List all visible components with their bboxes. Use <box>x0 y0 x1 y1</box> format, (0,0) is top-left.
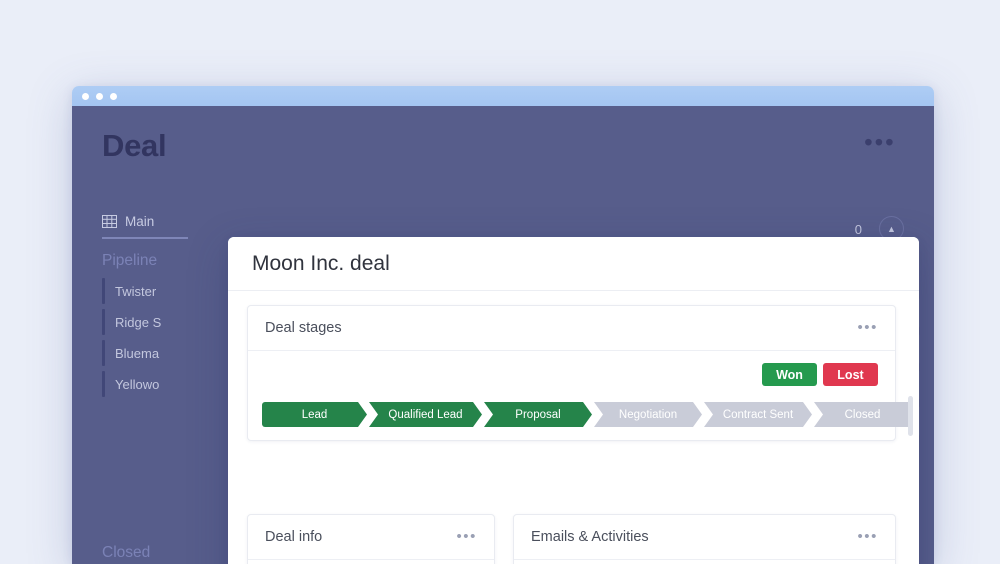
list-item-label: Bluema <box>115 345 160 361</box>
emails-activities-kebab-menu[interactable]: ••• <box>857 529 878 544</box>
row-accent-bar <box>102 278 105 304</box>
row-accent-bar <box>102 309 105 335</box>
modal-header: Moon Inc. deal <box>228 237 919 291</box>
row-accent-bar <box>102 371 105 397</box>
screenshot-root: Deal ••• Main Pipeline Closed Twister Ri… <box>0 0 1000 564</box>
deal-info-kebab-menu[interactable]: ••• <box>456 529 477 544</box>
group-title-pipeline: Pipeline <box>102 252 158 269</box>
stage-chip-contract-sent[interactable]: Contract Sent <box>704 402 812 427</box>
modal-body: Deal stages ••• Won Lost Lead Qualified … <box>228 291 919 564</box>
window-minimize-dot[interactable] <box>96 92 103 100</box>
crm-app: Deal ••• Main Pipeline Closed Twister Ri… <box>72 106 934 564</box>
browser-title-bar <box>72 86 934 106</box>
group-title-closed: Closed <box>102 544 151 561</box>
emails-activities-title: Emails & Activities <box>531 529 649 545</box>
deal-stages-kebab-menu[interactable]: ••• <box>857 320 878 335</box>
modal-scrollbar[interactable] <box>908 396 913 436</box>
browser-window: Deal ••• Main Pipeline Closed Twister Ri… <box>72 86 934 564</box>
stage-chip-label: Contract Sent <box>722 408 794 421</box>
stage-chip-label: Lead <box>301 408 328 421</box>
lost-button[interactable]: Lost <box>823 363 878 386</box>
app-overflow-menu[interactable]: ••• <box>864 131 896 154</box>
list-item[interactable]: Yellowo <box>102 371 159 397</box>
tab-active-underline <box>102 237 188 239</box>
page-title: Deal <box>102 128 167 163</box>
deal-stages-body: Won Lost Lead Qualified Lead Proposal Ne… <box>248 351 911 441</box>
list-item[interactable]: Ridge S <box>102 309 161 335</box>
deal-info-card: Deal info ••• Contact Daphne Glück Stage… <box>247 514 495 564</box>
stage-chip-lead[interactable]: Lead <box>262 402 367 427</box>
emails-activities-body: NC Meeting with Nave Cohen, Lital Piker <box>514 560 895 564</box>
modal-title: Moon Inc. deal <box>252 251 390 275</box>
stage-chip-label: Proposal <box>515 408 561 421</box>
deal-stages-header: Deal stages ••• <box>248 306 895 351</box>
list-item-label: Twister <box>115 283 157 299</box>
stage-chip-label: Qualified Lead <box>388 408 463 421</box>
stage-chip-label: Closed <box>844 408 881 421</box>
list-item-label: Yellowo <box>115 376 160 392</box>
deal-info-title: Deal info <box>265 529 323 545</box>
stage-chip-negotiation[interactable]: Negotiation <box>594 402 702 427</box>
tab-main[interactable]: Main <box>102 214 154 229</box>
group-count: 0 <box>854 222 862 237</box>
stage-progress-track: Lead Qualified Lead Proposal Negotiation… <box>262 402 913 427</box>
window-maximize-dot[interactable] <box>110 92 117 100</box>
deal-stages-card: Deal stages ••• Won Lost Lead Qualified … <box>247 305 911 441</box>
grid-icon <box>102 215 117 228</box>
deal-info-body: Contact Daphne Glück Stage Proposal Owne… <box>248 560 494 564</box>
stage-chip-closed[interactable]: Closed <box>814 402 911 427</box>
deal-stages-title: Deal stages <box>265 320 342 336</box>
deal-info-header: Deal info ••• <box>248 515 494 560</box>
window-close-dot[interactable] <box>82 92 89 100</box>
stage-chip-qualified-lead[interactable]: Qualified Lead <box>369 402 482 427</box>
win-lost-group: Won Lost <box>762 363 878 386</box>
emails-activities-header: Emails & Activities ••• <box>514 515 895 560</box>
list-item[interactable]: Bluema <box>102 340 159 366</box>
deal-modal: Moon Inc. deal Deal stages ••• Won Lost <box>228 237 919 564</box>
tab-main-label: Main <box>125 214 155 229</box>
stage-chip-proposal[interactable]: Proposal <box>484 402 592 427</box>
list-item-label: Ridge S <box>115 314 162 330</box>
won-button[interactable]: Won <box>762 363 817 386</box>
row-accent-bar <box>102 340 105 366</box>
list-item[interactable]: Twister <box>102 278 156 304</box>
emails-activities-card: Emails & Activities ••• <box>513 514 896 564</box>
stage-chip-label: Negotiation <box>618 408 678 421</box>
